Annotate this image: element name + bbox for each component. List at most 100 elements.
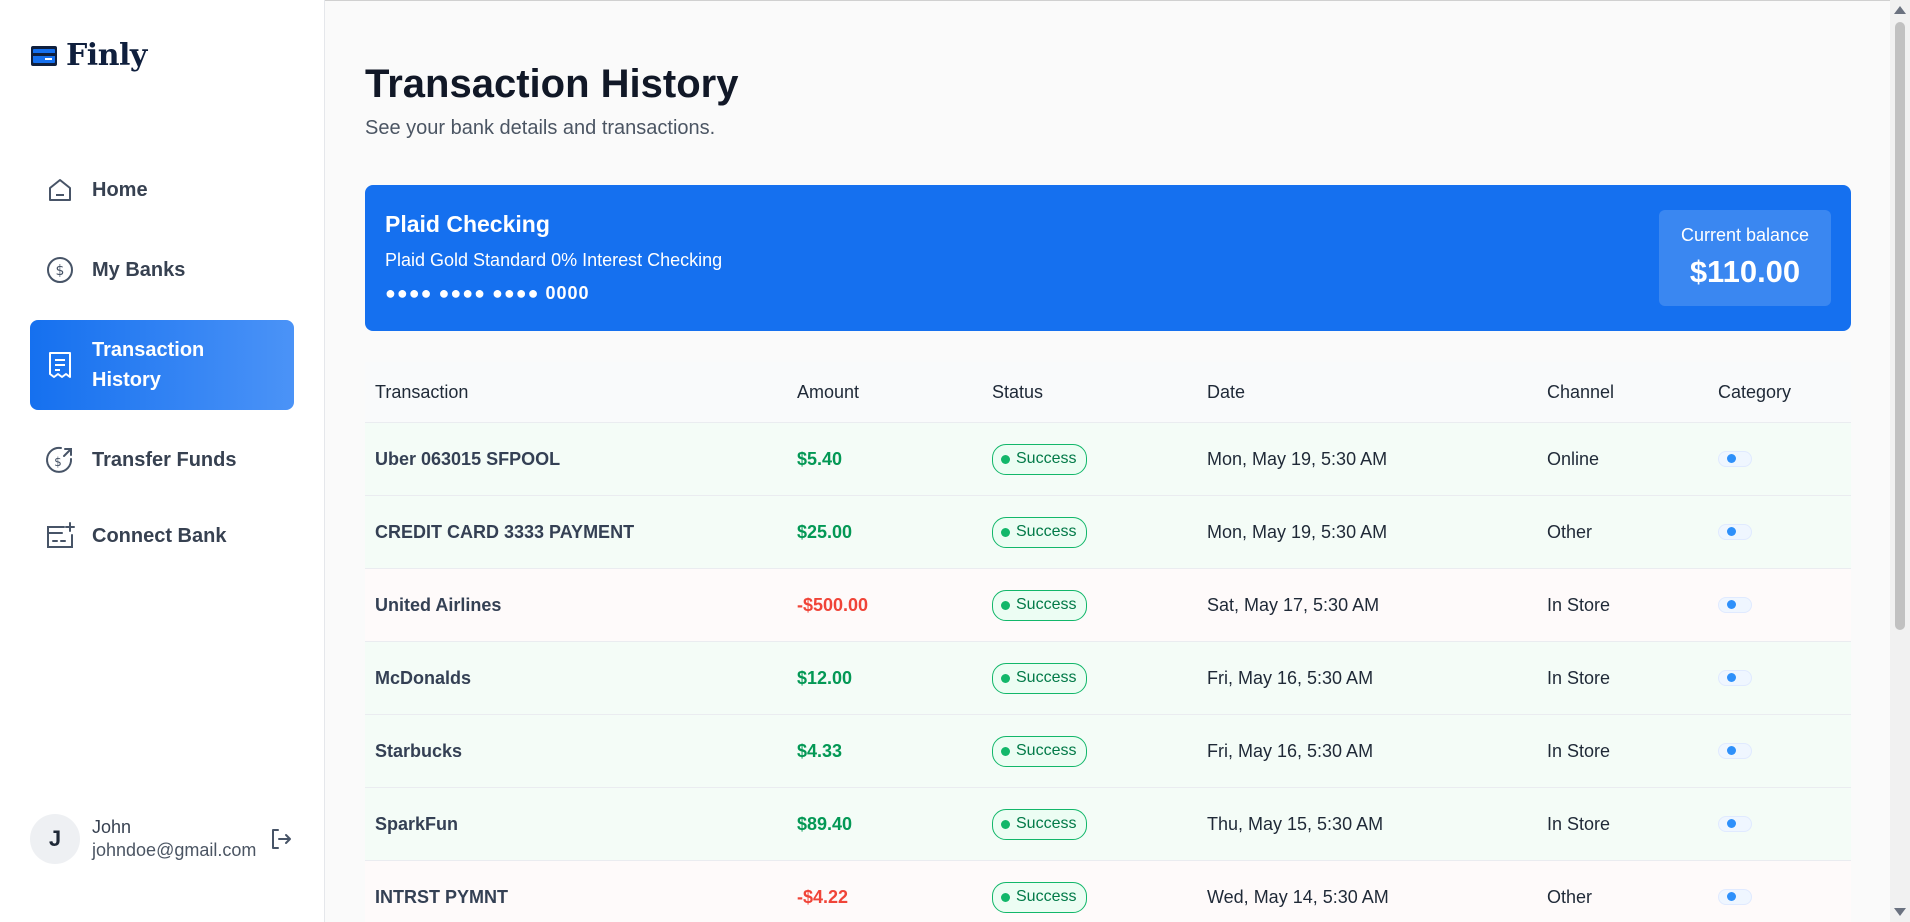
column-header-amount: Amount: [797, 381, 860, 402]
transaction-amount: -$4.22: [797, 886, 849, 907]
money-send-icon: $: [44, 444, 76, 476]
transaction-name: INTRST PYMNT: [375, 886, 508, 907]
logo[interactable]: Finly: [30, 38, 147, 73]
category-dot-icon: [1727, 673, 1736, 682]
receipt-icon: [44, 349, 76, 381]
scrollbar[interactable]: [1890, 0, 1910, 922]
sidebar-item-label: Home: [92, 178, 148, 201]
status-dot-icon: [1001, 892, 1010, 902]
sidebar-item-connect-bank[interactable]: Connect Bank: [30, 516, 294, 556]
transaction-channel: In Store: [1547, 813, 1611, 834]
category-badge: [1718, 669, 1752, 686]
table-row[interactable]: SparkFun $89.40 Success Thu, May 15, 5:30 A…: [365, 788, 1851, 861]
transaction-name: United Airlines: [375, 594, 502, 615]
transaction-name: SparkFun: [375, 813, 459, 834]
transaction-date: Mon, May 19, 5:30 AM: [1207, 521, 1388, 542]
balance-label: Current balance: [1680, 225, 1810, 245]
sidebar-item-my-banks[interactable]: $ My Banks: [30, 250, 294, 290]
transaction-channel: In Store: [1547, 740, 1611, 761]
bank-account-mask: ●●●● ●●●● ●●●● 0000: [385, 283, 590, 303]
transaction-date: Sat, May 17, 5:30 AM: [1207, 594, 1380, 615]
avatar[interactable]: J: [30, 814, 80, 864]
transaction-channel: In Store: [1547, 667, 1611, 688]
status-badge: Success: [992, 735, 1088, 767]
table-row[interactable]: United Airlines -$500.00 Success Sat, May 1…: [365, 569, 1851, 642]
column-header-status: Status: [992, 381, 1044, 402]
card-add-icon: [44, 520, 76, 552]
status-badge: Success: [992, 443, 1088, 475]
transaction-amount: $4.33: [797, 740, 843, 761]
status-dot-icon: [1001, 746, 1010, 756]
transaction-channel: In Store: [1547, 594, 1611, 615]
page-subtitle: See your bank details and transactions.: [365, 117, 716, 139]
status-label: Success: [1016, 669, 1077, 686]
app-name: Finly: [66, 38, 147, 73]
scroll-down-arrow-icon[interactable]: [1894, 908, 1906, 916]
balance-box: Current balance $110.00: [1659, 210, 1831, 306]
svg-text:$: $: [56, 263, 65, 279]
scroll-thumb[interactable]: [1895, 22, 1905, 630]
transaction-name: CREDIT CARD 3333 PAYMENT: [375, 521, 635, 542]
sidebar-item-label: Connect Bank: [92, 524, 227, 547]
table-row[interactable]: INTRST PYMNT -$4.22 Success Wed, May 14, 5:…: [365, 861, 1851, 922]
transaction-amount: $12.00: [797, 667, 853, 688]
card-logo-icon: [31, 45, 57, 66]
scroll-up-arrow-icon[interactable]: [1894, 6, 1906, 14]
category-dot-icon: [1727, 892, 1736, 901]
sidebar: Finly Home $ My Banks Transaction Histor…: [0, 0, 325, 922]
home-icon: [44, 174, 76, 206]
status-dot-icon: [1001, 600, 1010, 610]
sidebar-item-label: Transfer Funds: [92, 448, 237, 471]
bank-info-card[interactable]: Plaid Checking Plaid Gold Standard 0% In…: [365, 185, 1851, 331]
category-dot-icon: [1727, 746, 1736, 755]
column-header-category: Category: [1718, 381, 1792, 402]
transaction-amount: -$500.00: [797, 594, 869, 615]
transaction-name: Uber 063015 SFPOOL: [375, 448, 561, 469]
logout-icon[interactable]: [268, 826, 294, 852]
sidebar-item-label: Transaction History: [92, 339, 205, 391]
transaction-name: Starbucks: [375, 740, 463, 761]
status-dot-icon: [1001, 819, 1010, 829]
status-label: Success: [1016, 450, 1077, 467]
user-email: johndoe@gmail.com: [92, 840, 257, 860]
sidebar-item-transaction-history[interactable]: Transaction History: [30, 320, 294, 410]
status-label: Success: [1016, 815, 1077, 832]
page-title: Transaction History: [365, 62, 739, 106]
sidebar-item-home[interactable]: Home: [30, 170, 294, 210]
status-dot-icon: [1001, 673, 1010, 683]
category-dot-icon: [1727, 819, 1736, 828]
category-dot-icon: [1727, 527, 1736, 536]
status-label: Success: [1016, 596, 1077, 613]
category-badge: [1718, 523, 1752, 540]
status-badge: Success: [992, 516, 1088, 548]
table-row[interactable]: Starbucks $4.33 Success Fri, May 16, 5:30 A…: [365, 715, 1851, 788]
status-badge: Success: [992, 808, 1088, 840]
status-badge: Success: [992, 881, 1088, 913]
transaction-amount: $25.00: [797, 521, 853, 542]
category-badge: [1718, 742, 1752, 759]
transactions-table: Transaction Amount Status Date Channel C…: [365, 362, 1851, 922]
category-dot-icon: [1727, 600, 1736, 609]
table-row[interactable]: CREDIT CARD 3333 PAYMENT $25.00 Success Mon…: [365, 496, 1851, 569]
dollar-circle-icon: $: [44, 254, 76, 286]
category-dot-icon: [1727, 454, 1736, 463]
status-dot-icon: [1001, 454, 1010, 464]
table-row[interactable]: McDonalds $12.00 Success Fri, May 16, 5:30 …: [365, 642, 1851, 715]
category-badge: [1718, 450, 1752, 467]
main-content: Transaction History See your bank detail…: [325, 0, 1885, 922]
status-dot-icon: [1001, 527, 1010, 537]
user-name: John: [92, 817, 132, 837]
table-row[interactable]: Uber 063015 SFPOOL $5.40 Success Mon, May 1…: [365, 423, 1851, 496]
balance-value: $110.00: [1689, 254, 1801, 289]
transaction-date: Wed, May 14, 5:30 AM: [1207, 886, 1389, 907]
user-info: John johndoe@gmail.com: [92, 817, 256, 861]
status-label: Success: [1016, 888, 1077, 905]
category-badge: [1718, 888, 1752, 905]
sidebar-item-transfer-funds[interactable]: $ Transfer Funds: [30, 440, 294, 480]
user-footer: J John johndoe@gmail.com: [30, 814, 294, 864]
table-body: Uber 063015 SFPOOL $5.40 Success Mon, May 1…: [365, 423, 1851, 922]
status-label: Success: [1016, 523, 1077, 540]
svg-text:$: $: [54, 455, 62, 469]
column-header-transaction: Transaction: [375, 381, 469, 402]
status-badge: Success: [992, 589, 1088, 621]
